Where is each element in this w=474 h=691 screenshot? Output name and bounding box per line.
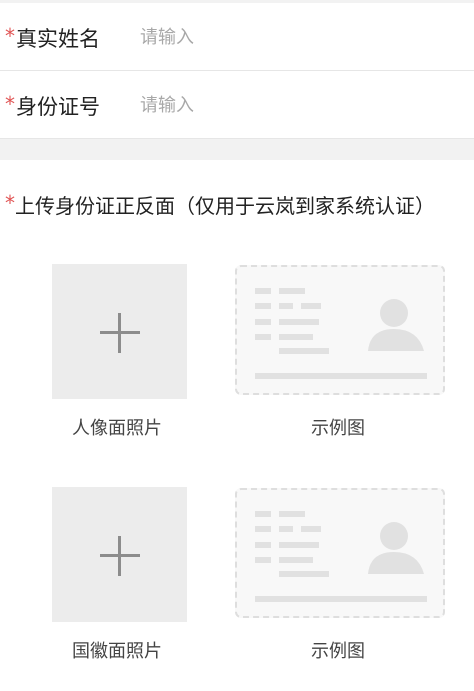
section-gap [0,139,474,160]
required-mark: * [5,24,15,48]
back-upload-caption: 国徽面照片 [72,641,162,662]
upload-title-text: 上传身份证正反面（仅用于云岚到家系统认证） [15,194,435,218]
name-label: 真实姓名 [16,27,100,51]
name-input[interactable] [140,21,450,53]
required-mark: * [5,191,15,215]
back-example-caption: 示例图 [311,641,365,662]
required-mark: * [5,92,15,116]
front-example-caption: 示例图 [311,418,365,439]
front-example-image [235,265,445,395]
upload-section-title: * 上传身份证正反面（仅用于云岚到家系统认证） [0,188,474,220]
name-field-row: * 真实姓名 [0,3,474,69]
id-card-sample-icon [255,511,427,602]
back-example-image [235,488,445,618]
id-card-sample-icon [255,288,427,379]
front-upload-caption: 人像面照片 [72,418,162,439]
back-upload-button[interactable] [52,487,187,622]
front-upload-button[interactable] [52,264,187,399]
id-number-input[interactable] [140,89,450,121]
id-field-row: * 身份证号 [0,71,474,137]
id-number-label: 身份证号 [16,95,100,119]
